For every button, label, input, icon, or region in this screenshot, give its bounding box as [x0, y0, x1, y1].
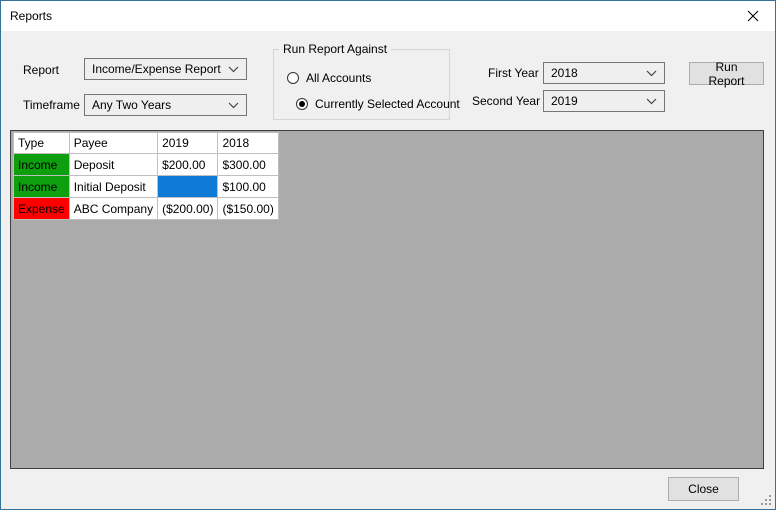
radio-unchecked-icon	[287, 72, 299, 84]
first-year-dropdown-value: 2018	[551, 66, 640, 80]
report-workspace-panel: Type Payee 2019 2018 Income Deposit $200…	[10, 130, 764, 469]
report-dropdown[interactable]: Income/Expense Report	[84, 58, 247, 80]
close-button[interactable]: Close	[668, 477, 739, 501]
grid-cell-2019[interactable]: ($200.00)	[158, 198, 218, 220]
radio-all-accounts-label: All Accounts	[306, 71, 371, 85]
grid-cell-2018[interactable]: $100.00	[218, 176, 278, 198]
title-bar[interactable]: Reports	[1, 1, 775, 31]
reports-dialog: Reports Report Income/Expense Report Tim…	[0, 0, 776, 510]
chevron-down-icon	[228, 66, 239, 73]
timeframe-dropdown[interactable]: Any Two Years	[84, 94, 247, 116]
timeframe-label: Timeframe	[23, 98, 80, 112]
close-icon	[747, 10, 759, 22]
second-year-label: Second Year	[472, 94, 540, 108]
grid-cell-payee[interactable]: ABC Company	[69, 198, 157, 220]
radio-currently-selected-account-label: Currently Selected Account	[315, 97, 460, 111]
grid-cell-payee[interactable]: Deposit	[69, 154, 157, 176]
second-year-dropdown-value: 2019	[551, 94, 640, 108]
grid-cell-2019[interactable]: $200.00	[158, 154, 218, 176]
grid-cell-payee[interactable]: Initial Deposit	[69, 176, 157, 198]
radio-checked-icon	[296, 98, 308, 110]
chevron-down-icon	[228, 102, 239, 109]
close-window-button[interactable]	[730, 1, 775, 31]
grid-row: Income Initial Deposit $100.00	[14, 176, 279, 198]
grid-cell-2018[interactable]: $300.00	[218, 154, 278, 176]
timeframe-dropdown-value: Any Two Years	[92, 98, 222, 112]
first-year-label: First Year	[488, 66, 539, 80]
first-year-dropdown[interactable]: 2018	[543, 62, 665, 84]
chevron-down-icon	[646, 70, 657, 77]
grid-header-type[interactable]: Type	[14, 133, 70, 154]
report-grid: Type Payee 2019 2018 Income Deposit $200…	[13, 132, 279, 220]
grid-cell-type[interactable]: Income	[14, 176, 70, 198]
chevron-down-icon	[646, 98, 657, 105]
grid-cell-2019-selected[interactable]	[158, 176, 218, 198]
run-report-button[interactable]: Run Report	[689, 62, 764, 85]
run-report-against-title: Run Report Against	[279, 42, 391, 56]
report-label: Report	[23, 63, 59, 77]
radio-all-accounts[interactable]: All Accounts	[287, 71, 371, 85]
second-year-dropdown[interactable]: 2019	[543, 90, 665, 112]
grid-row: Income Deposit $200.00 $300.00	[14, 154, 279, 176]
report-dropdown-value: Income/Expense Report	[92, 62, 222, 76]
grid-header-2019[interactable]: 2019	[158, 133, 218, 154]
grid-header-row: Type Payee 2019 2018	[14, 133, 279, 154]
window-title: Reports	[10, 9, 52, 23]
grid-cell-type[interactable]: Expense	[14, 198, 70, 220]
grid-cell-type[interactable]: Income	[14, 154, 70, 176]
grid-cell-2018[interactable]: ($150.00)	[218, 198, 278, 220]
resize-grip-icon[interactable]	[761, 495, 772, 506]
grid-row: Expense ABC Company ($200.00) ($150.00)	[14, 198, 279, 220]
grid-header-payee[interactable]: Payee	[69, 133, 157, 154]
radio-currently-selected-account[interactable]: Currently Selected Account	[296, 97, 460, 111]
grid-header-2018[interactable]: 2018	[218, 133, 278, 154]
